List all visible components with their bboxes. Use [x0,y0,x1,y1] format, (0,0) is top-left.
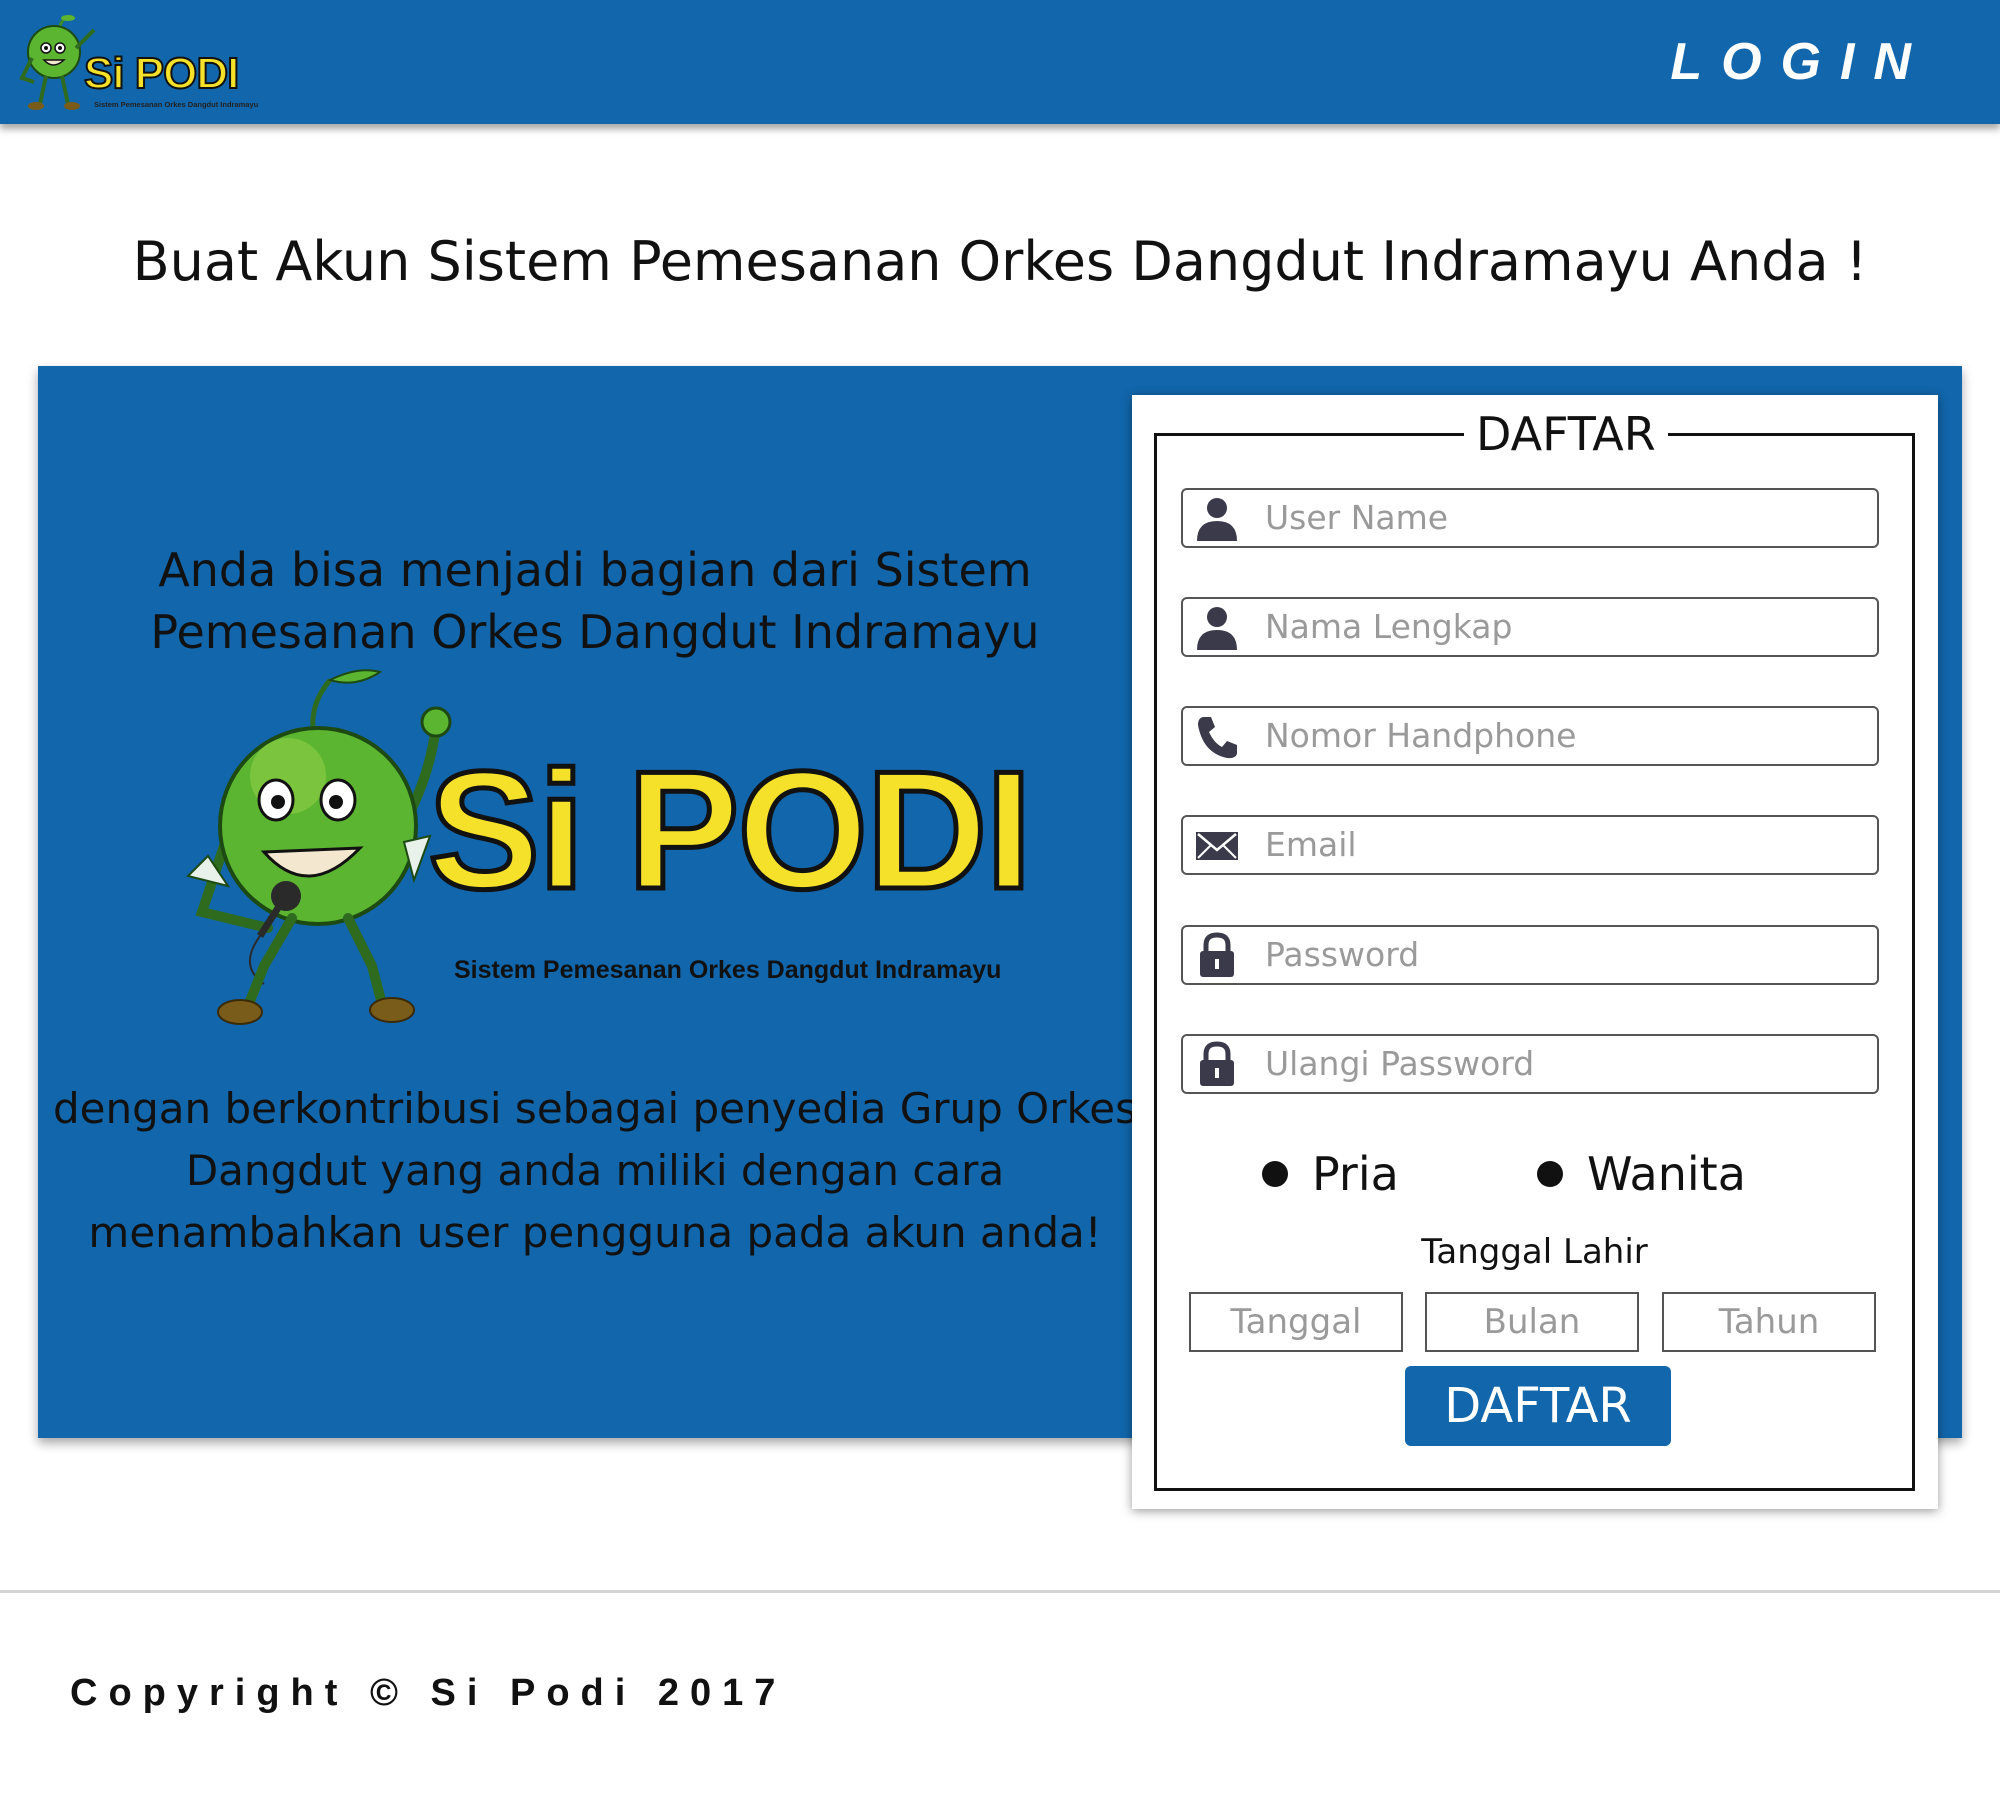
gender-male-label: Pria [1312,1147,1399,1201]
header-bar: Si PODI Sistem Pemesanan Orkes Dangdut I… [0,0,2000,124]
email-input[interactable] [1265,823,1855,865]
hero-logo-text: Si PODI [425,736,1034,924]
header-logo-tagline: Sistem Pemesanan Orkes Dangdut Indramayu [94,100,259,109]
password-field-wrapper [1181,925,1879,985]
register-button[interactable]: DAFTAR [1405,1366,1671,1446]
page-title: Buat Akun Sistem Pemesanan Orkes Dangdut… [132,230,1868,293]
hero-logo-tagline: Sistem Pemesanan Orkes Dangdut Indramayu [454,956,1002,984]
lock-icon [1200,1041,1234,1086]
phone-field-wrapper [1181,706,1879,766]
register-form-legend: DAFTAR [1464,408,1668,460]
phone-icon [1198,717,1237,759]
phone-input[interactable] [1265,714,1855,756]
dob-month-input[interactable] [1427,1294,1637,1350]
login-link[interactable]: LOGIN [1670,32,1930,92]
hero-logo: Si PODI Sistem Pemesanan Orkes Dangdut I… [168,666,1068,1046]
header-logo-text: Si PODI [83,49,240,98]
username-input[interactable] [1265,496,1855,538]
dob-day-input[interactable] [1191,1294,1401,1350]
dob-year-wrapper [1662,1292,1876,1352]
register-form: DAFTAR User Name Nama Lengkap Nomor Hand… [1154,408,1915,1491]
hero-intro-text: Anda bisa menjadi bagian dari Sistem Pem… [150,543,1040,659]
gender-option-female[interactable]: Wanita [1537,1146,1746,1202]
radio-dot [1262,1161,1288,1187]
header-logo[interactable]: Si PODI Sistem Pemesanan Orkes Dangdut I… [16,12,286,120]
dob-label: Tanggal Lahir [1421,1232,1648,1272]
password-confirm-field-wrapper [1181,1034,1879,1094]
user-icon [1197,498,1237,541]
gender-female-label: Wanita [1587,1147,1746,1201]
copyright-text: Copyright © Si Podi 2017 [70,1672,787,1714]
email-field-wrapper [1181,815,1879,875]
fullname-input[interactable] [1265,605,1855,647]
envelope-icon [1196,832,1238,860]
password-input[interactable] [1265,933,1855,975]
gender-option-male[interactable]: Pria [1262,1146,1399,1202]
user-icon [1197,607,1237,650]
hero-cta-text: dengan berkontribusi sebagai penyedia Gr… [52,1084,1138,1257]
dob-month-wrapper [1425,1292,1639,1352]
lock-icon [1200,932,1234,977]
register-card: DAFTAR User Name Nama Lengkap Nomor Hand… [1132,395,1938,1509]
dob-year-input[interactable] [1664,1294,1874,1350]
mascot-illustration [186,669,452,1025]
radio-dot [1537,1161,1563,1187]
fullname-field-wrapper [1181,597,1879,657]
username-field-wrapper [1181,488,1879,548]
dob-day-wrapper [1189,1292,1403,1352]
footer-divider [0,1590,2000,1593]
password-confirm-input[interactable] [1265,1042,1855,1084]
